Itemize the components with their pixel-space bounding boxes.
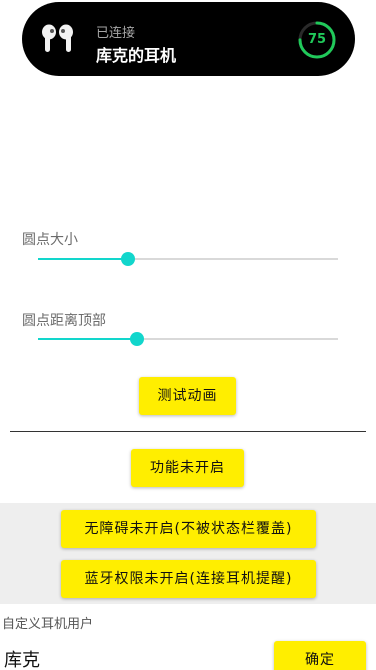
- accessibility-permission-button[interactable]: 无障碍未开启(不被状态栏覆盖): [61, 510, 316, 548]
- dot-top-slider[interactable]: [38, 332, 338, 346]
- earphone-status-card[interactable]: 已连接 库克的耳机 75: [22, 2, 355, 76]
- slider-fill: [38, 258, 128, 260]
- feature-status-button[interactable]: 功能未开启: [131, 449, 244, 487]
- bluetooth-permission-button[interactable]: 蓝牙权限未开启(连接耳机提醒): [61, 560, 316, 598]
- battery-percent: 75: [307, 32, 327, 47]
- section-divider: [10, 431, 366, 432]
- slider-fill: [38, 338, 137, 340]
- app-screen: 已连接 库克的耳机 75 圆点大小 圆点距离顶部 测试动画 功能未开启 无障碍未…: [0, 0, 376, 670]
- device-name: 库克的耳机: [96, 46, 177, 65]
- custom-user-input[interactable]: [4, 648, 254, 670]
- confirm-button[interactable]: 确定: [274, 641, 366, 670]
- test-animation-button[interactable]: 测试动画: [139, 377, 236, 415]
- slider-thumb[interactable]: [121, 252, 135, 266]
- dot-top-label: 圆点距离顶部: [22, 313, 106, 329]
- connection-status: 已连接: [96, 26, 136, 41]
- slider-thumb[interactable]: [130, 332, 144, 346]
- custom-user-label: 自定义耳机用户: [2, 617, 94, 632]
- dot-size-slider[interactable]: [38, 252, 338, 266]
- dot-size-label: 圆点大小: [22, 232, 78, 248]
- airpods-icon: [42, 24, 73, 52]
